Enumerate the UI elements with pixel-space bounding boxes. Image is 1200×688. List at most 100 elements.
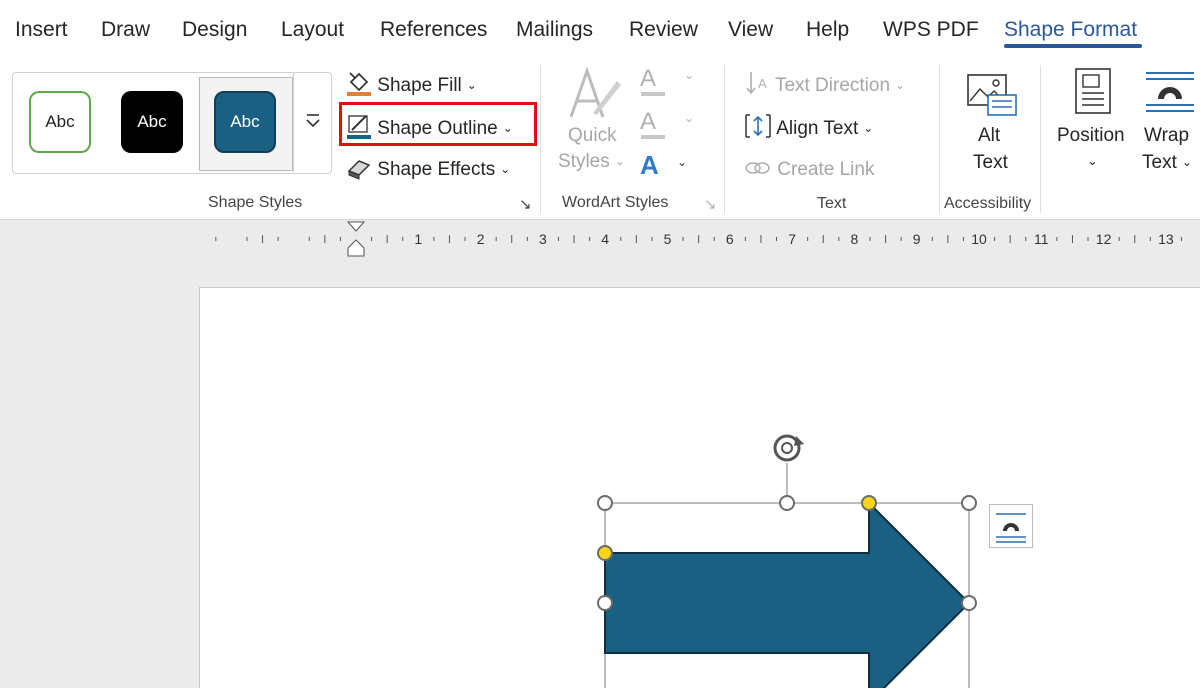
shape-styles-gallery: Abc Abc Abc	[12, 72, 332, 174]
align-text-label: Align Text	[776, 118, 859, 139]
ruler-number: 6	[726, 231, 734, 247]
create-link-label: Create Link	[777, 159, 875, 180]
text-direction-label: Text Direction	[774, 75, 891, 96]
ruler-number: 13	[1158, 231, 1174, 247]
ribbon-tab-bar: Insert Draw Design Layout References Mai…	[0, 0, 1200, 55]
wrap-label: Wrap	[1144, 125, 1190, 146]
style-tile-blue[interactable]: Abc	[214, 91, 276, 153]
text-direction-button[interactable]: A Text Direction ⌄	[746, 70, 905, 97]
gallery-more-button[interactable]	[293, 72, 332, 172]
group-label-text: Text	[817, 195, 847, 212]
tab-mailings[interactable]: Mailings	[516, 18, 593, 42]
link-icon	[745, 162, 770, 174]
resize-handle-top-left	[597, 495, 613, 511]
group-label-accessibility: Accessibility	[944, 195, 1032, 212]
chevron-down-icon: ⌄	[684, 68, 695, 82]
chevron-down-icon: ⌄	[502, 121, 513, 135]
ruler-number: 10	[971, 231, 987, 247]
tab-draw[interactable]: Draw	[101, 18, 150, 42]
rotation-handle-icon	[773, 434, 804, 462]
gallery-more-icon	[306, 114, 320, 128]
style-tile-black[interactable]: Abc	[121, 91, 183, 153]
ruler-number: 8	[851, 231, 859, 247]
ruler-number: 7	[788, 231, 796, 247]
text-direction-icon: A	[746, 72, 767, 95]
tab-references[interactable]: References	[380, 18, 487, 42]
text-outline-icon[interactable]: A	[640, 108, 656, 136]
tab-shape-format[interactable]: Shape Format	[1004, 18, 1137, 42]
position-icon	[1075, 68, 1111, 114]
group-separator	[939, 65, 940, 213]
shape-fill-label: Shape Fill	[377, 75, 462, 96]
quick-styles-label-1[interactable]: Quick	[568, 125, 617, 147]
chevron-down-icon: ⌄	[500, 162, 511, 176]
ruler-number: 12	[1096, 231, 1112, 247]
ruler-number: 4	[601, 231, 609, 247]
ribbon: Abc Abc Abc Shape Fill ⌄ Shape Outline ⌄	[0, 55, 1200, 220]
active-tab-indicator	[1004, 44, 1142, 48]
chevron-down-icon: ⌄	[1087, 153, 1098, 168]
ruler-number: 5	[664, 231, 672, 247]
resize-handle-top	[779, 495, 795, 511]
group-label-wordart-styles: WordArt Styles	[562, 194, 669, 211]
canvas	[597, 434, 977, 688]
adjust-handle-head	[861, 495, 877, 511]
horizontal-ruler[interactable]: 1 2 3 4 5 6 7 8 9 10 11 12 13	[0, 220, 1200, 258]
alt-text-icon	[967, 74, 1017, 116]
alt-text-button[interactable]: Alt Text	[962, 69, 1020, 179]
wrap-text-label: Text ⌄	[1142, 152, 1192, 173]
position-button[interactable]: Position ⌄	[1056, 67, 1130, 177]
shape-effects-icon	[347, 160, 371, 180]
document-page[interactable]	[199, 287, 1200, 688]
group-label-shape-styles: Shape Styles	[208, 194, 303, 211]
chevron-down-icon: ⌄	[466, 78, 477, 92]
dialog-launcher-icon[interactable]: ↘	[704, 195, 717, 213]
paint-bucket-icon	[347, 72, 371, 96]
layout-options-button[interactable]	[989, 504, 1033, 548]
tab-view[interactable]: View	[728, 18, 773, 42]
wrap-text-icon	[1146, 72, 1194, 112]
alt-text-label-2: Text	[973, 152, 1008, 173]
align-text-icon	[745, 114, 771, 138]
ruler-number: 2	[477, 231, 485, 247]
resize-handle-right	[961, 595, 977, 611]
ruler-number: 9	[913, 231, 921, 247]
tab-review[interactable]: Review	[629, 18, 698, 42]
ruler-number: 11	[1034, 231, 1049, 247]
quick-styles-icon	[569, 66, 621, 118]
pen-outline-icon	[347, 115, 371, 139]
adjust-handle-shaft	[597, 545, 613, 561]
alt-text-label-1: Alt	[978, 125, 1001, 146]
tab-insert[interactable]: Insert	[15, 18, 68, 42]
chevron-down-icon: ⌄	[677, 155, 688, 169]
resize-handle-top-right	[961, 495, 977, 511]
style-tile-green-outline[interactable]: Abc	[29, 91, 91, 153]
tab-layout[interactable]: Layout	[281, 18, 344, 42]
shape-effects-label: Shape Effects	[377, 159, 496, 180]
svg-text:A: A	[758, 76, 767, 91]
group-separator	[1040, 65, 1041, 213]
shape-effects-button[interactable]: Shape Effects ⌄	[346, 156, 510, 181]
text-outline-color-bar	[641, 135, 665, 139]
ruler-number: 3	[539, 231, 547, 247]
arrow-shape	[604, 500, 971, 688]
shape-outline-button[interactable]: Shape Outline ⌄	[346, 113, 513, 140]
position-label: Position	[1057, 125, 1125, 146]
create-link-button[interactable]: Create Link	[744, 156, 874, 181]
quick-styles-label-2[interactable]: Styles ⌄	[558, 151, 625, 173]
tab-wps-pdf[interactable]: WPS PDF	[883, 18, 979, 42]
text-fill-icon[interactable]: A	[640, 65, 656, 93]
text-fill-color-bar	[641, 92, 665, 96]
text-effects-icon[interactable]: A	[640, 150, 659, 181]
resize-handle-left	[597, 595, 613, 611]
tab-design[interactable]: Design	[182, 18, 247, 42]
chevron-down-icon: ⌄	[684, 111, 695, 125]
wrap-text-button[interactable]: Wrap Text ⌄	[1140, 67, 1200, 177]
shape-fill-button[interactable]: Shape Fill ⌄	[346, 70, 477, 97]
align-text-button[interactable]: Align Text ⌄	[744, 113, 873, 140]
tab-help[interactable]: Help	[806, 18, 849, 42]
layout-options-icon	[996, 513, 1026, 543]
group-separator	[724, 65, 725, 213]
group-separator	[540, 65, 541, 213]
dialog-launcher-icon[interactable]: ↘	[519, 195, 532, 213]
